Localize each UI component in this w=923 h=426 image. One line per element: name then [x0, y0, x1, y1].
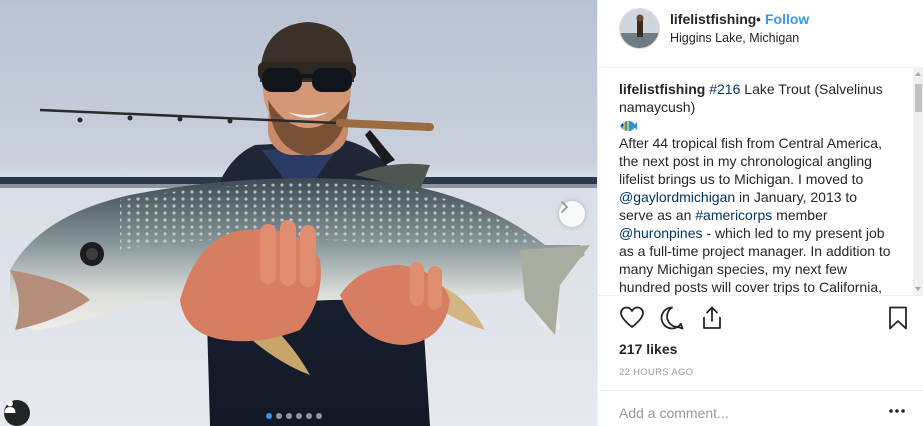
location-link[interactable]: Higgins Lake, Michigan: [670, 31, 799, 45]
chevron-right-icon: [561, 201, 569, 213]
carousel-dot: [266, 413, 272, 419]
person-icon: [4, 400, 16, 413]
caption-username[interactable]: lifelistfishing: [619, 81, 705, 97]
post-actions: 217 likes 22 HOURS AGO: [598, 295, 923, 395]
scroll-thumb[interactable]: [915, 84, 922, 112]
fish-photo: [0, 22, 597, 426]
hashtag-link[interactable]: #americorps: [695, 207, 772, 223]
caption-text: After 44 tropical fish from Central Amer…: [619, 135, 882, 188]
caption-area: lifelistfishing #216 Lake Trout (Salveli…: [598, 68, 923, 295]
heart-icon[interactable]: [619, 305, 645, 331]
scroll-up-arrow-icon[interactable]: [915, 72, 921, 76]
header-bullet: •: [756, 11, 761, 27]
caption-text: member: [772, 207, 828, 224]
tropical-fish-emoji: [620, 121, 637, 132]
bookmark-icon[interactable]: [885, 305, 911, 331]
mention-link[interactable]: @huronpines: [619, 225, 703, 241]
mention-link[interactable]: @gaylordmichigan: [619, 189, 735, 205]
scroll-down-arrow-icon[interactable]: [915, 287, 921, 291]
post-side-panel: lifelistfishing • Follow Higgins Lake, M…: [597, 0, 923, 426]
carousel-dot: [316, 413, 322, 419]
avatar-image: [620, 9, 659, 48]
caption: lifelistfishing #216 Lake Trout (Salveli…: [619, 80, 891, 295]
post-timestamp[interactable]: 22 HOURS AGO: [619, 367, 693, 378]
carousel-next-button[interactable]: [559, 201, 585, 227]
caption-scrollbar[interactable]: [913, 68, 923, 295]
comment-icon[interactable]: [659, 305, 685, 331]
user-tag-button[interactable]: [4, 400, 30, 426]
carousel-dot: [286, 413, 292, 419]
follow-button[interactable]: Follow: [765, 11, 809, 27]
likes-count[interactable]: 217 likes: [619, 341, 677, 357]
hashtag-link[interactable]: #216: [709, 81, 740, 97]
carousel-dot: [276, 413, 282, 419]
header-username[interactable]: lifelistfishing: [670, 11, 756, 27]
avatar[interactable]: [619, 8, 660, 49]
carousel-dot: [306, 413, 312, 419]
carousel-indicator: [266, 413, 322, 419]
comment-bar: [598, 390, 923, 426]
share-icon[interactable]: [699, 305, 725, 331]
post-header: lifelistfishing • Follow Higgins Lake, M…: [598, 0, 923, 68]
carousel-dot: [296, 413, 302, 419]
comment-input[interactable]: [619, 403, 869, 423]
more-options-icon[interactable]: [888, 405, 906, 417]
post-photo[interactable]: [0, 0, 597, 426]
